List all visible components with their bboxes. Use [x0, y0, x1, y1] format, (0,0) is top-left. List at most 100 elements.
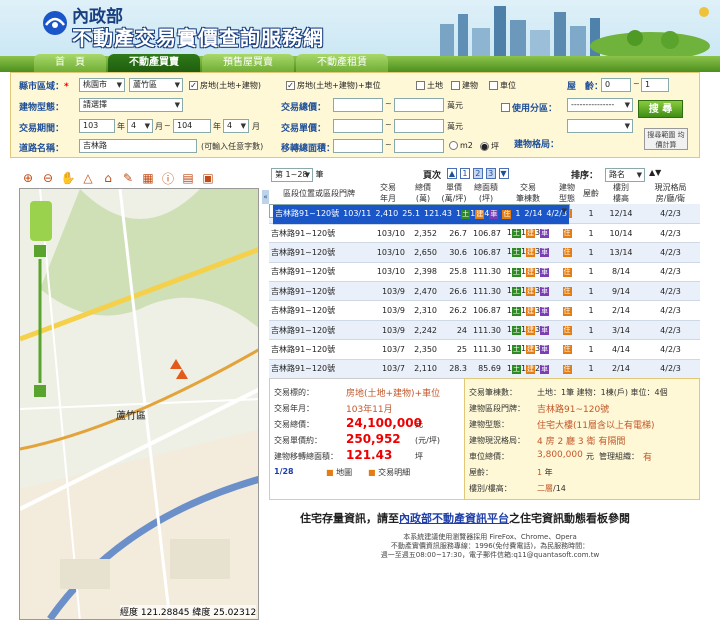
- total-price-from-input[interactable]: [333, 98, 383, 112]
- table-row[interactable]: 吉林路91~120號 103/10 2,398 25.8 111.30 1土1建3車住 1 8…: [269, 262, 700, 283]
- cell-layout: 4/2/3: [641, 204, 700, 224]
- cell-area: 111.30: [469, 281, 503, 302]
- detail-transaction-link[interactable]: ■ 交易明細: [368, 467, 410, 478]
- year-to-input[interactable]: 104: [173, 119, 211, 133]
- period-label: 交易期間：: [19, 124, 65, 134]
- building-type-select[interactable]: 請選擇: [79, 98, 183, 112]
- table-row[interactable]: 吉林路91~120號 103/11 2,410 25.1 121.43 1土1建4車住 1 2…: [269, 204, 571, 225]
- layer-grid-icon[interactable]: ▦: [140, 170, 156, 186]
- total-price-to-input[interactable]: [394, 98, 444, 112]
- pan-hand-icon[interactable]: ✋: [60, 170, 76, 186]
- month-from-select[interactable]: 4: [127, 119, 153, 133]
- search-panel: 縣市區域：* 桃園市 蘆竹區 ✓房地(土地+建物) ✓房地(土地+建物)+車位 …: [10, 72, 700, 158]
- cell-addr: 吉林路91~120號: [269, 359, 369, 380]
- page-2[interactable]: 2: [472, 168, 483, 179]
- age-from-input[interactable]: 0: [601, 78, 631, 92]
- cell-unit: 30.6: [439, 242, 469, 263]
- unit-price-to-input[interactable]: [394, 119, 444, 133]
- table-row[interactable]: 吉林路91~120號 103/9 2,242 24 111.30 1土1建3車住 1 3/14…: [269, 320, 700, 341]
- age-to-input[interactable]: 1: [641, 78, 669, 92]
- type-land-building-checkbox[interactable]: ✓ 房地(土地+建物): [189, 80, 261, 91]
- use-zone-checkbox[interactable]: 使用分區：: [501, 101, 557, 114]
- cell-type: 住: [553, 223, 581, 244]
- fullscreen-icon[interactable]: ▣: [200, 170, 216, 186]
- detail-layout-label: 建物現況格局：: [469, 436, 525, 445]
- marker-icon[interactable]: ✎: [120, 170, 136, 186]
- page-1[interactable]: 1: [459, 168, 470, 179]
- sort-select[interactable]: 路名: [605, 168, 645, 182]
- tag-land-icon: 土: [511, 326, 521, 336]
- promo-link[interactable]: 內政部不動產資訊平台: [399, 512, 509, 525]
- next-page-icon[interactable]: ▼: [498, 168, 509, 179]
- use-zone-select[interactable]: ---------------: [567, 98, 633, 112]
- table-row[interactable]: 吉林路91~120號 103/7 2,350 25 111.30 1土1建3車住 1 4/14…: [269, 339, 700, 360]
- table-row[interactable]: 吉林路91~120號 103/9 2,470 26.6 111.30 1土1建3車住 1 9/…: [269, 281, 700, 302]
- print-icon[interactable]: ▤: [180, 170, 196, 186]
- table-row[interactable]: 吉林路91~120號 103/10 2,352 26.7 106.87 1土1建3車住 1 1…: [269, 223, 700, 244]
- tag-bld-icon: 建: [526, 267, 536, 277]
- map-canvas[interactable]: [20, 189, 259, 620]
- cell-layout: 4/2/3: [641, 262, 700, 283]
- measure-distance-icon[interactable]: △: [80, 170, 96, 186]
- tag-bld-icon: 建: [526, 229, 536, 239]
- cell-ym: 103/9: [369, 281, 407, 302]
- unit-ping-radio[interactable]: ● 坪: [480, 141, 499, 152]
- results-header-cell: 總價 (萬): [407, 182, 439, 204]
- detail-map-link[interactable]: ■ 地圖: [326, 467, 352, 478]
- tab-home[interactable]: 首 頁: [34, 54, 106, 72]
- measure-area-icon[interactable]: ⌂: [100, 170, 116, 186]
- type-parking-checkbox[interactable]: 車位: [489, 80, 516, 91]
- average-calc-button[interactable]: 搜尋範圍 均價計算: [644, 128, 688, 150]
- type-land-checkbox[interactable]: 土地: [416, 80, 443, 91]
- prev-page-icon[interactable]: ▲: [447, 168, 457, 179]
- city-select[interactable]: 桃園市: [79, 78, 125, 92]
- cell-total: 2,470: [407, 281, 439, 302]
- range-selector[interactable]: 第 1~28 筆: [271, 168, 324, 182]
- area-from-input[interactable]: [333, 139, 383, 153]
- zoom-in-icon[interactable]: ⊕: [20, 170, 36, 186]
- tag-park-icon: 車: [540, 326, 550, 336]
- type-building-checkbox[interactable]: 建物: [451, 80, 478, 91]
- district-select[interactable]: 蘆竹區: [129, 78, 183, 92]
- table-row[interactable]: 吉林路91~120號 103/10 2,650 30.6 106.87 1土1建3車住 1 1…: [269, 242, 700, 263]
- tab-property-sales[interactable]: 不動產買賣: [108, 54, 200, 72]
- unit-price-from-input[interactable]: [333, 119, 383, 133]
- cell-count: 1土1建2車: [503, 359, 553, 380]
- tag-park-icon: 車: [540, 364, 550, 374]
- table-row[interactable]: 吉林路91~120號 103/9 2,310 26.2 106.87 1土1建3車住 1 2/…: [269, 300, 700, 321]
- cell-floor: 2/14: [601, 359, 641, 380]
- road-label: 道路名稱：: [19, 144, 65, 154]
- tab-presale[interactable]: 預售屋買賣: [202, 54, 294, 72]
- tag-land-icon: 土: [511, 364, 521, 374]
- collapse-map-button[interactable]: «: [262, 190, 269, 204]
- layout-select[interactable]: [567, 119, 633, 133]
- results-header-cell: 建物 型態: [553, 182, 581, 204]
- search-button[interactable]: 搜 尋: [638, 100, 683, 118]
- month-to-select[interactable]: 4: [223, 119, 249, 133]
- cell-count: 1土1建3車: [503, 262, 553, 283]
- table-row[interactable]: 吉林路91~120號 103/7 2,110 28.3 85.69 1土1建2車住 1 2/1…: [269, 359, 700, 380]
- tab-rental[interactable]: 不動產租賃: [296, 54, 388, 72]
- info-icon[interactable]: ⓘ: [160, 170, 176, 186]
- area-to-input[interactable]: [394, 139, 444, 153]
- cell-type: 住: [500, 205, 514, 225]
- cell-type: 住: [553, 242, 581, 263]
- page-3[interactable]: 3: [485, 168, 496, 179]
- road-input[interactable]: 吉林路: [79, 139, 197, 153]
- transaction-detail-extra: 交易筆棟數： 土地：1筆 建物：1棟(戶) 車位：4個 建物區段門牌： 吉林路9…: [464, 378, 700, 500]
- cell-total: 2,410: [373, 205, 401, 225]
- cell-count: 1土1建3車: [503, 223, 553, 244]
- sort-direction-icon[interactable]: ▲▼: [649, 168, 661, 177]
- detail-total-label: 交易總價：: [274, 420, 314, 429]
- unit-m2-radio[interactable]: m2: [449, 141, 473, 150]
- map-view[interactable]: 蘆竹區: [19, 188, 259, 620]
- results-header-cell: 交易 筆棟數: [503, 182, 553, 204]
- type-land-building-parking-checkbox[interactable]: ✓ 房地(土地+建物)+車位: [286, 80, 381, 91]
- cell-layout: 4/2/3: [641, 242, 700, 263]
- total-price-unit: 萬元: [447, 101, 463, 110]
- cell-age: 1: [581, 300, 601, 321]
- zoom-out-icon[interactable]: ⊖: [40, 170, 56, 186]
- unit-price-tilde: ~: [385, 120, 392, 129]
- cell-addr: 吉林路91~120號: [269, 320, 369, 341]
- year-from-input[interactable]: 103: [79, 119, 115, 133]
